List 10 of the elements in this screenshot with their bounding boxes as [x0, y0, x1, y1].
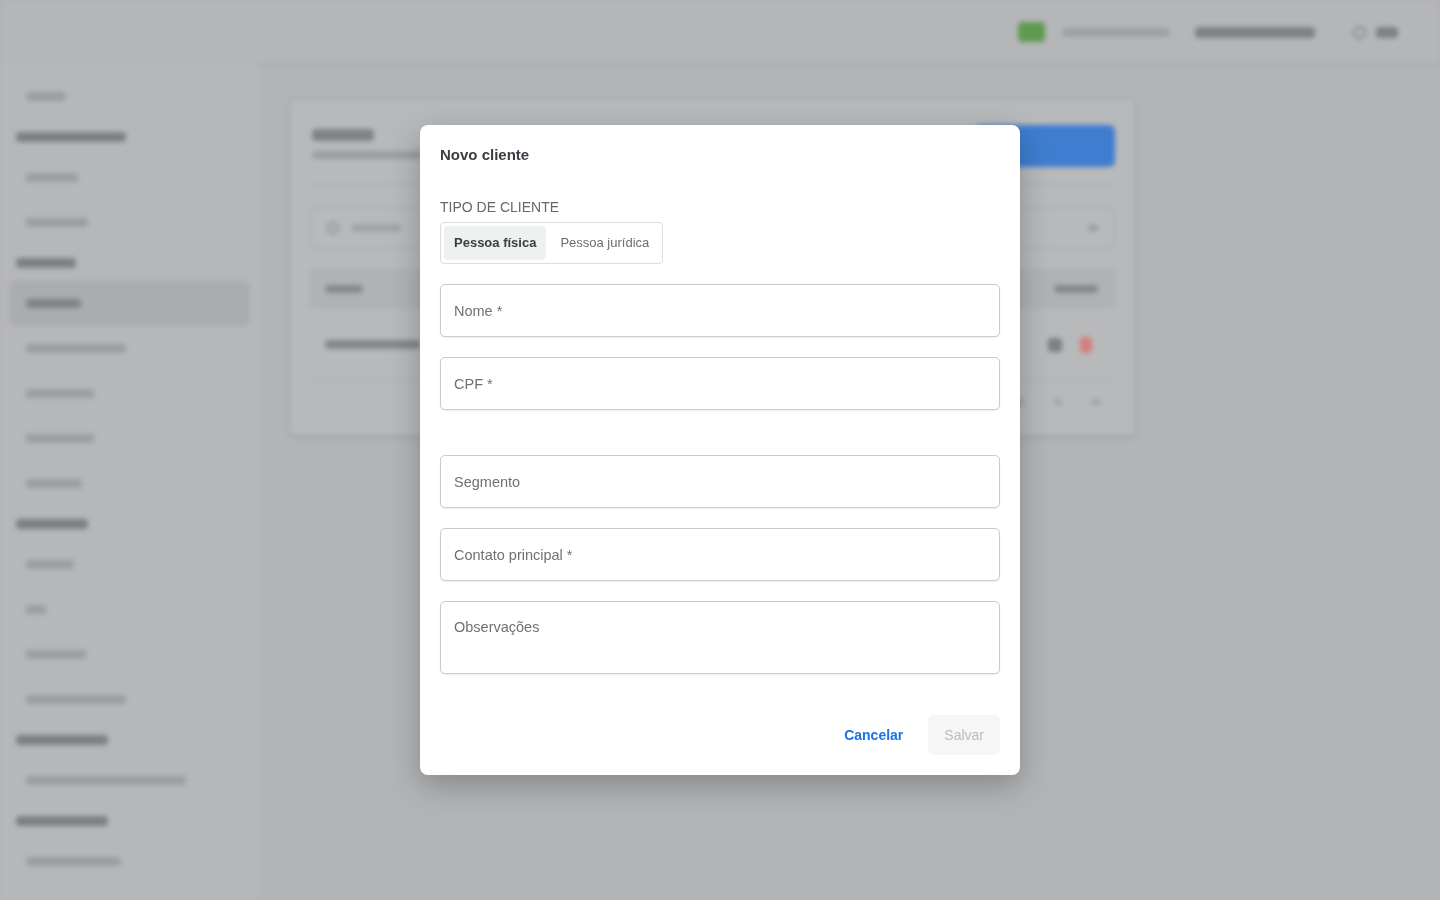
text-button[interactable]: Cancelar	[829, 715, 919, 755]
text-field[interactable]: Contato principal *	[440, 528, 1000, 581]
field-label: TIPO DE CLIENTE	[440, 198, 561, 217]
textarea-field[interactable]: Observações	[440, 601, 1000, 674]
text-field[interactable]: CPF *	[440, 357, 1000, 410]
toggle-option[interactable]: Pessoa física	[444, 226, 547, 260]
text-field[interactable]: Nome *	[440, 284, 1000, 337]
dialog-title: Novo cliente	[440, 145, 531, 165]
toggle-option[interactable]: Pessoa jurídica	[550, 226, 660, 260]
text-field[interactable]: Segmento	[440, 455, 1000, 508]
